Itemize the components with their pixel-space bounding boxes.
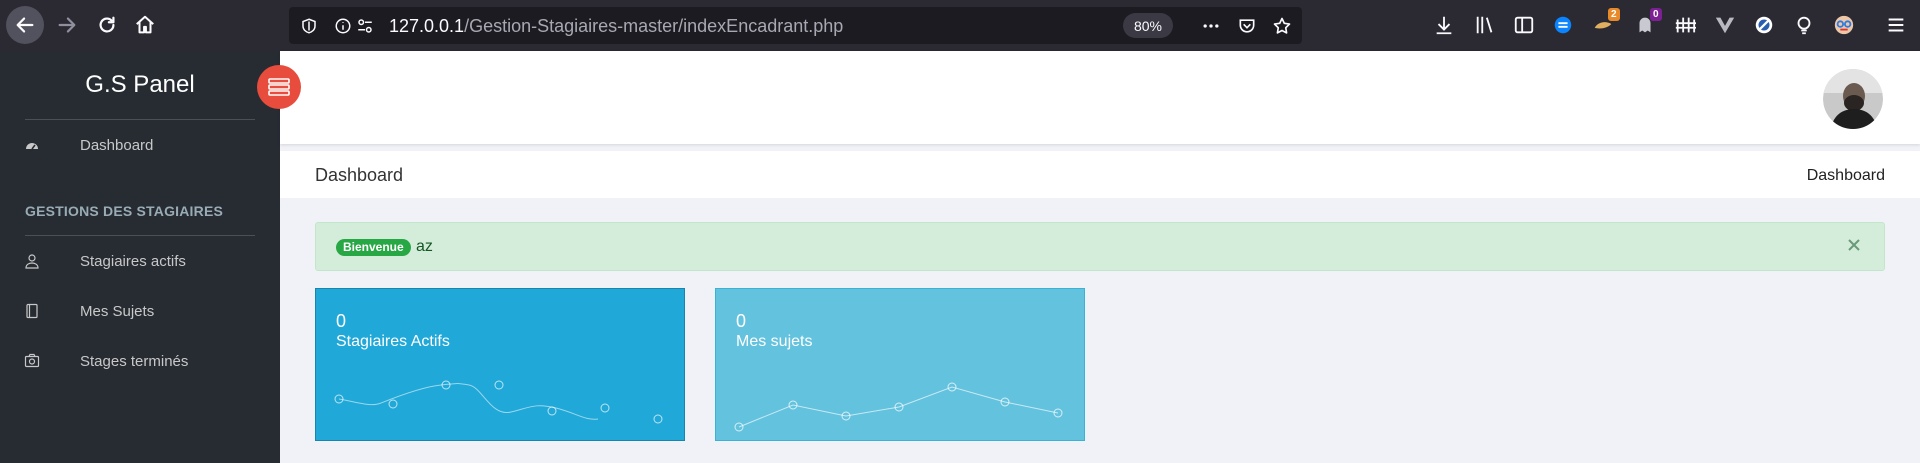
sidebar: G.S Panel Dashboard GESTIONS DES STAGIAI… — [0, 51, 301, 463]
sidebar-toggle-icon[interactable] — [1513, 14, 1535, 36]
sidebar-item-dashboard[interactable]: Dashboard — [0, 125, 280, 165]
sparkline-line — [738, 386, 1059, 428]
card-label: Stagiaires Actifs — [336, 333, 450, 350]
home-button[interactable] — [126, 6, 164, 44]
url-text[interactable]: 127.0.0.1/Gestion-Stagiaires-master/inde… — [389, 16, 843, 37]
downloads-icon[interactable] — [1433, 14, 1455, 36]
close-button[interactable] — [1844, 235, 1864, 255]
back-button[interactable] — [6, 6, 44, 44]
permissions-icon[interactable] — [356, 17, 374, 35]
section-divider — [25, 235, 255, 236]
sparkline-point — [653, 414, 663, 424]
url-host: 127.0.0.1 — [389, 16, 465, 36]
close-icon — [1848, 239, 1860, 251]
card-value: 0 — [736, 311, 747, 331]
reload-button[interactable] — [88, 6, 126, 44]
bulb-extension-icon[interactable] — [1793, 14, 1815, 36]
sparkline-point — [600, 403, 610, 413]
more-actions-icon[interactable] — [1201, 16, 1221, 36]
page-title: Dashboard — [315, 165, 404, 185]
home-icon — [136, 15, 154, 34]
book-icon — [26, 303, 38, 319]
welcome-alert: Bienvenue az — [315, 222, 1885, 271]
sparkline-point — [388, 399, 398, 409]
face-extension-icon[interactable] — [1833, 14, 1855, 36]
grid-extension-icon[interactable] — [1674, 14, 1696, 36]
sidebar-item-stagiaires-actifs[interactable]: Stagiaires actifs — [0, 241, 280, 281]
top-header — [280, 51, 1920, 144]
blocker-icon[interactable] — [1753, 14, 1775, 36]
sparkline-line — [338, 383, 599, 420]
extension-badge-1: 2 — [1608, 8, 1620, 21]
library-icon[interactable] — [1474, 14, 1496, 36]
sidebar-item-stages-termines[interactable]: Stages terminés — [0, 341, 280, 381]
zoom-level[interactable]: 80% — [1123, 13, 1173, 38]
sparkline-chart — [334, 380, 663, 424]
dashboard-icon — [26, 143, 38, 150]
sparkline-chart — [734, 382, 1063, 432]
camera-icon — [24, 353, 40, 368]
sidebar-item-label: Stagiaires actifs — [80, 253, 186, 270]
info-icon[interactable] — [334, 17, 352, 35]
arrow-right-icon — [58, 17, 76, 33]
hamburger-menu-icon[interactable] — [1885, 14, 1907, 36]
sparkline-point — [547, 406, 557, 416]
user-avatar[interactable] — [1823, 69, 1883, 129]
vue-devtools-icon[interactable] — [1714, 14, 1736, 36]
sparkline-point — [494, 380, 504, 390]
sidebar-item-label: Dashboard — [80, 137, 154, 154]
arrow-left-icon — [16, 17, 34, 33]
extension-badge-2: 0 — [1650, 8, 1662, 21]
url-path: /Gestion-Stagiaires-master/indexEncadran… — [464, 16, 844, 36]
breadcrumb-bar: Dashboard Dashboard — [280, 151, 1920, 198]
stat-card-stagiaires[interactable]: 0 Stagiaires Actifs — [315, 288, 685, 441]
menu-toggle-icon — [268, 78, 290, 96]
forward-button[interactable] — [48, 6, 86, 44]
pocket-icon[interactable] — [1237, 16, 1257, 36]
user-icon — [25, 254, 39, 269]
brand-divider — [25, 119, 255, 120]
reload-icon — [99, 16, 115, 33]
sidebar-item-mes-sujets[interactable]: Mes Sujets — [0, 291, 280, 331]
extension-blue-icon[interactable] — [1552, 14, 1574, 36]
browser-toolbar: 127.0.0.1/Gestion-Stagiaires-master/inde… — [0, 0, 1920, 51]
section-title: GESTIONS DES STAGIAIRES — [25, 203, 224, 219]
status-badge: Bienvenue — [336, 239, 411, 256]
brand-title[interactable]: G.S Panel — [0, 71, 280, 99]
avatar-photo — [1823, 69, 1883, 129]
menu-toggle-button[interactable] — [257, 65, 301, 109]
shield-icon[interactable] — [300, 17, 318, 35]
sidebar-item-label: Stages terminés — [80, 353, 189, 370]
bookmark-star-icon[interactable] — [1272, 16, 1292, 36]
alert-text: az — [416, 238, 433, 255]
sidebar-item-label: Mes Sujets — [80, 303, 155, 320]
stat-card-sujets[interactable]: 0 Mes sujets — [715, 288, 1085, 441]
card-label: Mes sujets — [736, 333, 813, 350]
url-bar[interactable]: 127.0.0.1/Gestion-Stagiaires-master/inde… — [289, 7, 1302, 44]
breadcrumb[interactable]: Dashboard — [1807, 167, 1885, 185]
card-value: 0 — [336, 311, 347, 331]
